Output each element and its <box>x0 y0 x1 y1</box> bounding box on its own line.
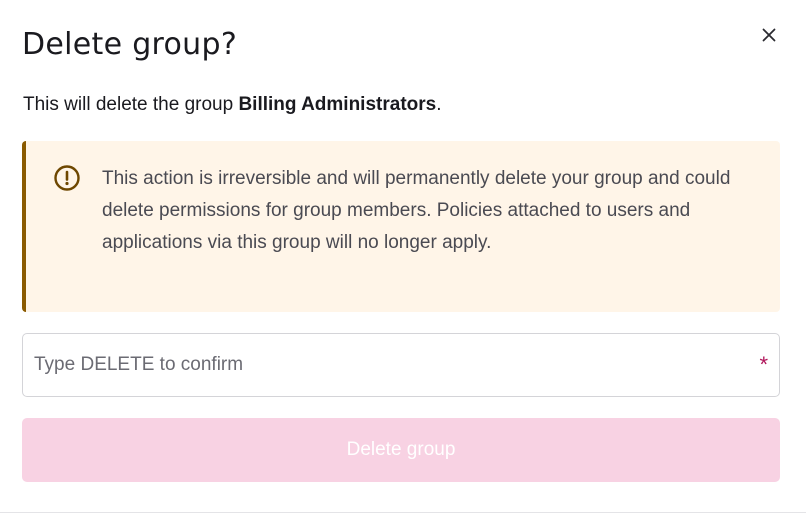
alert-circle-icon <box>53 164 81 192</box>
required-marker: * <box>759 352 768 377</box>
confirm-field: * <box>22 333 780 397</box>
dialog-title: Delete group? <box>22 27 238 62</box>
confirm-delete-input[interactable] <box>34 334 734 396</box>
close-icon <box>761 27 777 46</box>
close-button[interactable] <box>755 22 783 50</box>
description-prefix: This will delete the group <box>23 94 239 115</box>
delete-group-dialog: Delete group? This will delete the group… <box>0 0 806 513</box>
group-name: Billing Administrators <box>238 94 437 115</box>
alert-text: This action is irreversible and will per… <box>102 168 731 253</box>
description-suffix: . <box>436 94 442 115</box>
dialog-description: This will delete the group Billing Admin… <box>23 91 442 119</box>
delete-group-button[interactable]: Delete group <box>22 418 780 482</box>
warning-alert: This action is irreversible and will per… <box>22 141 780 312</box>
